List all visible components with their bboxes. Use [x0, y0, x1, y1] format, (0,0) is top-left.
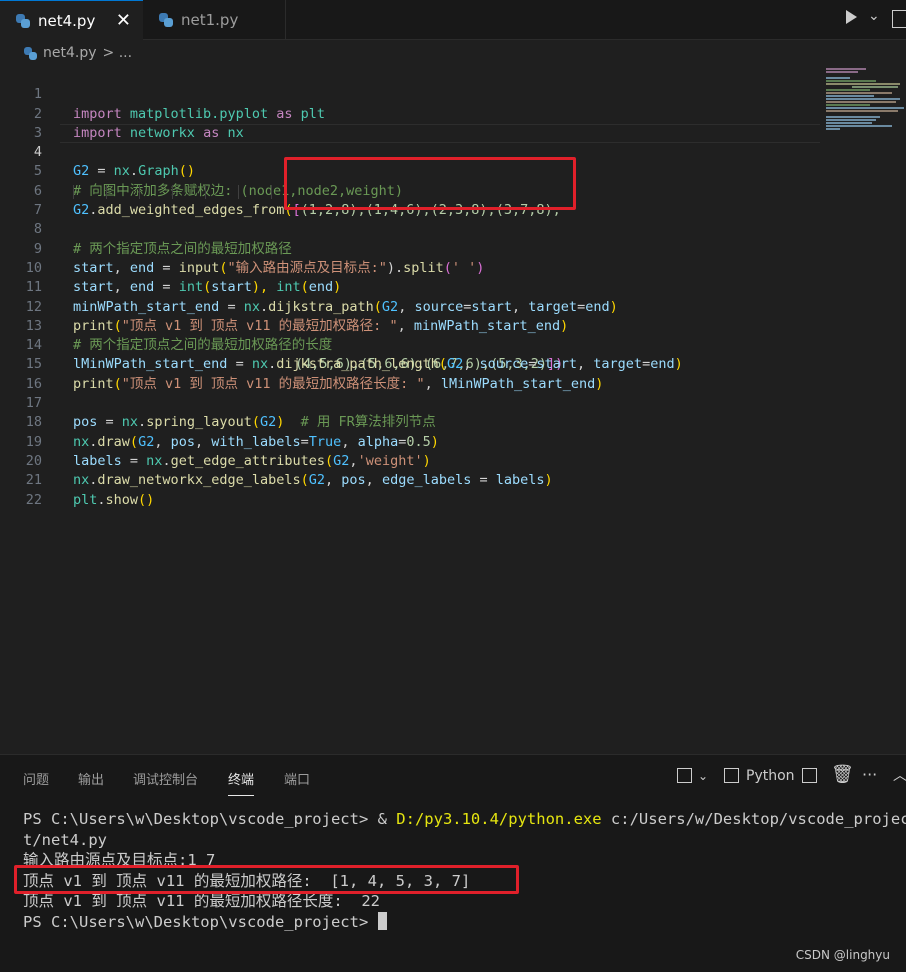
breadcrumb-rest[interactable]: > ... [103, 45, 133, 61]
more-icon[interactable]: ··· [862, 765, 877, 784]
line-number: 22 [25, 491, 42, 508]
indent-guide [73, 184, 74, 199]
code-line: 18 nx.draw(G2, pos, with_labels=True, al… [0, 394, 820, 449]
shell-label[interactable]: Python [746, 768, 795, 784]
split-editor-icon[interactable] [892, 10, 906, 28]
code-line: 16 [0, 356, 820, 392]
breadcrumb-file[interactable]: net4.py [43, 45, 97, 61]
bottom-panel: 问题 输出 调试控制台 终端 端口 ⌄ Python 🗑︎ ··· ︿ PS C… [0, 754, 906, 972]
code-line: 12 print("顶点 v1 到 顶点 v11 的最短加权路径: ", min… [0, 278, 820, 334]
terminal-amp: & [377, 810, 397, 828]
code-line: 21 plt.show() [0, 452, 820, 507]
tab-debug-console[interactable]: 调试控制台 [133, 769, 198, 788]
tab-problems[interactable]: 问题 [23, 769, 49, 788]
split-terminal-icon[interactable] [802, 768, 817, 783]
code-line: 2 import networkx as nx [0, 85, 820, 141]
code-line: 22 [0, 471, 820, 508]
code-line: 13 # 两个指定顶点之间的最短加权路径的长度 [0, 298, 820, 353]
code-line: 15 print("顶点 v1 到 顶点 v11 的最短加权路径长度: ", l… [0, 336, 820, 391]
panel-tabs: 问题 输出 调试控制台 终端 端口 ⌄ Python 🗑︎ ··· ︿ [0, 755, 906, 799]
watermark: CSDN @linghyu [795, 948, 890, 962]
highlight-box-result [14, 865, 519, 894]
chevron-down-icon[interactable]: ⌄ [868, 8, 880, 24]
editor-tab-bar: net4.py ✕ net1.py ⌄ [0, 0, 906, 40]
chevron-down-icon[interactable]: ⌄ [698, 769, 708, 783]
code-line: 17 pos = nx.spring_layout(G2) # 用 FR算法排列… [0, 375, 820, 430]
tab-net4[interactable]: net4.py ✕ [0, 0, 143, 40]
terminal-icon [724, 768, 739, 783]
terminal-prompt: PS C:\Users\w\Desktop\vscode_project> [23, 912, 378, 931]
code-line: 4 G2 = nx.Graph() [0, 124, 820, 179]
minimap[interactable] [822, 66, 906, 186]
python-file-icon [159, 13, 173, 27]
trash-icon[interactable]: 🗑︎ [831, 764, 854, 785]
highlight-box-edges [284, 157, 576, 210]
indent-guide [106, 184, 107, 199]
python-file-icon [24, 46, 37, 60]
breadcrumb: net4.py > ... [0, 40, 906, 66]
indent-guide [205, 184, 206, 199]
terminal-line: t/net4.py [23, 830, 107, 849]
chevron-up-icon[interactable]: ︿ [893, 765, 906, 785]
indent-guide [238, 184, 239, 199]
indent-guide [271, 184, 272, 199]
code-line: 1 import matplotlib.pyplot as plt [0, 66, 820, 121]
indent-guide [172, 184, 173, 199]
tab-terminal[interactable]: 终端 [228, 769, 255, 796]
code-line: 9 start, end = input("输入路由源点及目标点:").spli… [0, 220, 820, 276]
code-line: 20 nx.draw_networkx_edge_labels(G2, pos,… [0, 433, 820, 488]
tab-output[interactable]: 输出 [78, 769, 104, 788]
python-file-icon [16, 13, 30, 28]
tab-net1[interactable]: net1.py [143, 0, 286, 40]
terminal-arg: c:/Users/w/Desktop/vscode_projec [601, 810, 906, 828]
terminal-prompt: PS C:\Users\w\Desktop\vscode_project> [23, 810, 378, 828]
code-line: 11 minWPath_start_end = nx.dijkstra_path… [0, 259, 820, 314]
code-line: 19 labels = nx.get_edge_attributes(G2,'w… [0, 413, 820, 469]
tab-ports[interactable]: 端口 [284, 769, 310, 788]
token: plt [73, 491, 98, 508]
terminal-exe: D:/py3.10.4/python.exe [396, 810, 602, 828]
tab-label: net4.py [38, 11, 96, 30]
run-icon[interactable] [846, 10, 857, 24]
terminal-cursor [377, 911, 387, 930]
code-line: 10 start, end = int(start), int(end) [0, 240, 820, 295]
close-icon[interactable]: ✕ [116, 10, 131, 31]
token: () [138, 491, 155, 508]
token: show [105, 491, 139, 508]
token: . [97, 491, 106, 508]
terminal-line: 顶点 v1 到 顶点 v11 的最短加权路径长度: 22 [23, 892, 380, 910]
indent-guide [139, 184, 140, 199]
code-line: 14 lMinWPath_start_end = nx.dijkstra_pat… [0, 317, 820, 372]
layout-icon[interactable] [677, 768, 692, 783]
code-line: 3 [0, 105, 820, 141]
tab-label: net1.py [181, 11, 239, 29]
code-editor[interactable]: 1 import matplotlib.pyplot as plt 2 impo… [0, 66, 906, 754]
